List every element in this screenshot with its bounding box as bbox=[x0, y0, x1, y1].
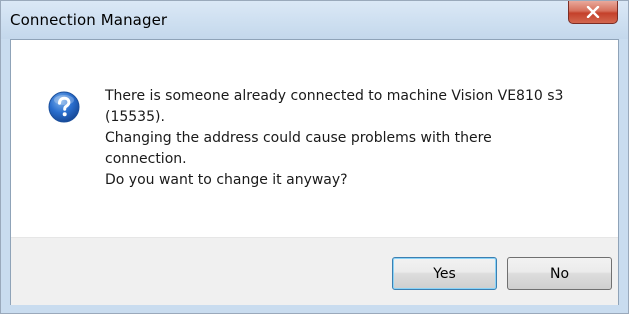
question-icon bbox=[48, 91, 80, 123]
message-line: Do you want to change it anyway? bbox=[105, 172, 348, 188]
button-bar: Yes No bbox=[11, 237, 618, 305]
yes-button[interactable]: Yes bbox=[392, 257, 497, 290]
message-line: (15535). bbox=[105, 109, 165, 125]
message-line: connection. bbox=[105, 151, 187, 167]
message-line: Changing the address could cause problem… bbox=[105, 130, 492, 146]
close-icon bbox=[569, 1, 617, 23]
no-button[interactable]: No bbox=[507, 257, 612, 290]
close-button[interactable] bbox=[568, 1, 618, 24]
window-title: Connection Manager bbox=[10, 11, 168, 29]
dialog-content: There is someone already connected to ma… bbox=[10, 39, 619, 305]
message-line: There is someone already connected to ma… bbox=[105, 88, 564, 104]
dialog-window: Connection Manager There is someone alre… bbox=[0, 0, 629, 314]
title-bar[interactable]: Connection Manager bbox=[1, 1, 628, 39]
message-text: There is someone already connected to ma… bbox=[105, 86, 605, 191]
